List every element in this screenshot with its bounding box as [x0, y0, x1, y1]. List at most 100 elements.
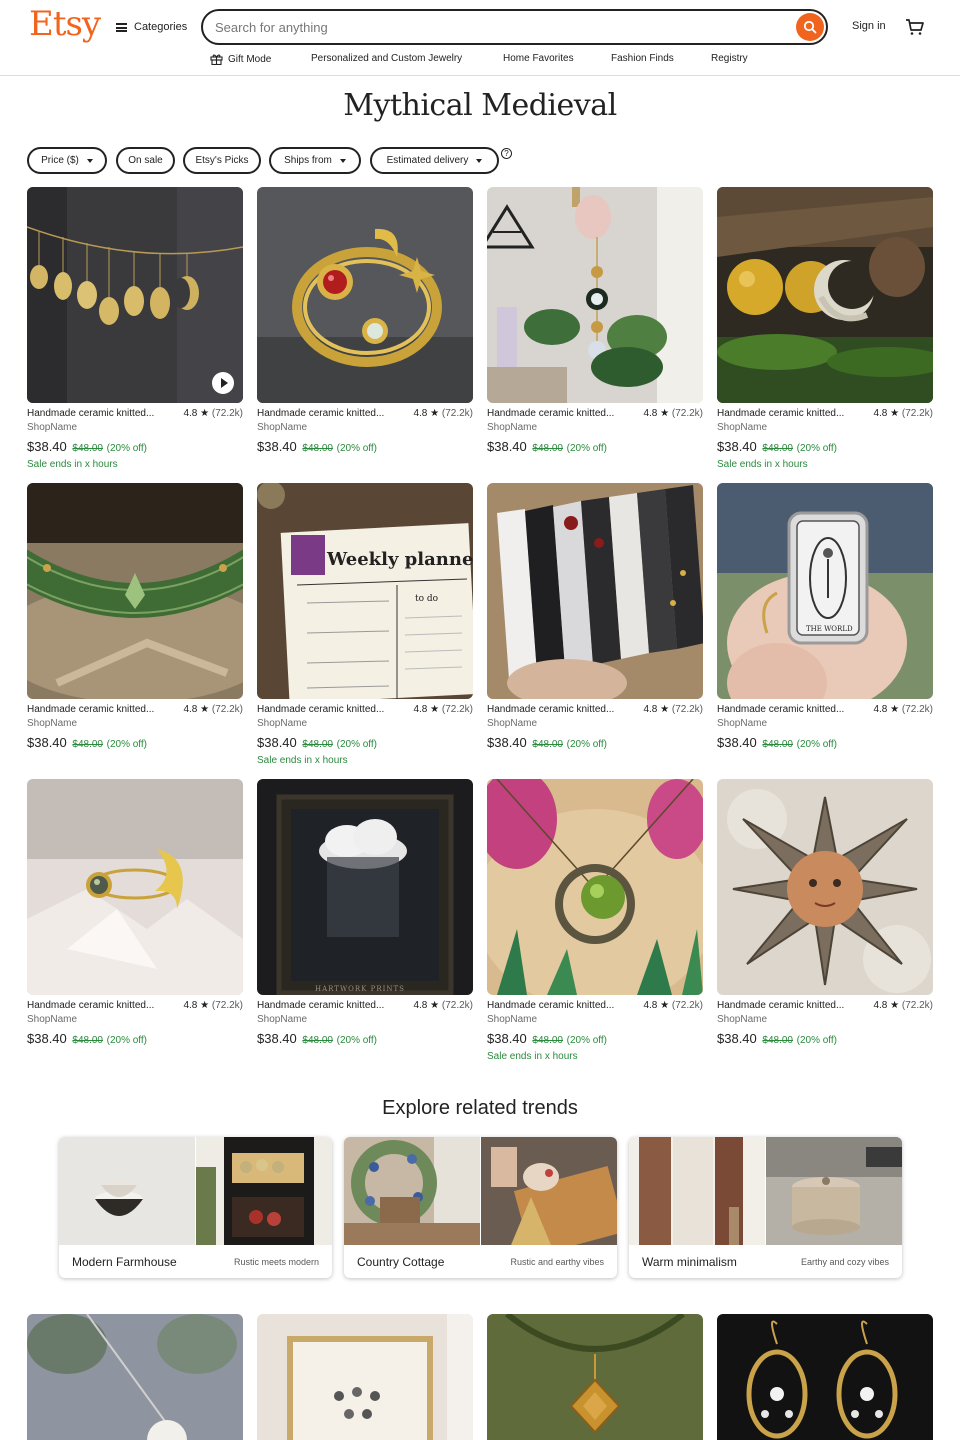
product-card[interactable]: Handmade ceramic knitted... 4.8 ★ (72.2k)…: [717, 187, 933, 470]
filter-ships-from[interactable]: Ships from: [269, 147, 361, 174]
product-price-row: $38.40 $48.00 (20% off): [27, 439, 243, 454]
shop-name[interactable]: ShopName: [717, 718, 933, 729]
product-image[interactable]: Weekly planner to do: [257, 483, 473, 699]
sale-ends-note: Sale ends in x hours: [27, 459, 118, 470]
sale-price: $38.40: [27, 1031, 67, 1046]
product-card[interactable]: Handmade ceramic knitted... 4.8 ★ (72.2k)…: [27, 779, 243, 1051]
product-title[interactable]: Handmade ceramic knitted...: [257, 704, 384, 715]
product-card[interactable]: [27, 1314, 243, 1440]
product-title[interactable]: Handmade ceramic knitted...: [717, 704, 844, 715]
product-title[interactable]: Handmade ceramic knitted...: [27, 408, 154, 419]
product-card[interactable]: Handmade ceramic knitted... 4.8 ★ (72.2k)…: [487, 483, 703, 755]
subnav-registry[interactable]: Registry: [711, 53, 748, 64]
play-video-icon[interactable]: [212, 372, 234, 394]
product-title[interactable]: Handmade ceramic knitted...: [717, 408, 844, 419]
search-input[interactable]: [215, 18, 775, 36]
product-title[interactable]: Handmade ceramic knitted...: [717, 1000, 844, 1011]
product-card[interactable]: Handmade ceramic knitted... 4.8 ★ (72.2k)…: [717, 779, 933, 1051]
shop-name[interactable]: ShopName: [487, 422, 703, 433]
cart-icon[interactable]: [905, 17, 925, 37]
shop-name[interactable]: ShopName: [257, 1014, 473, 1025]
shop-name[interactable]: ShopName: [27, 422, 243, 433]
product-image[interactable]: [487, 483, 703, 699]
product-card[interactable]: [717, 1314, 933, 1440]
trend-card-warm-minimalism[interactable]: Warm minimalism Earthy and cozy vibes: [629, 1137, 902, 1278]
product-rating: 4.8 ★ (72.2k): [873, 408, 933, 419]
product-image[interactable]: [487, 187, 703, 403]
product-title[interactable]: Handmade ceramic knitted...: [27, 1000, 154, 1011]
discount-label: (20% off): [336, 739, 377, 750]
discount-label: (20% off): [796, 739, 837, 750]
product-card[interactable]: Handmade ceramic knitted... 4.8 ★ (72.2k)…: [27, 483, 243, 755]
original-price: $48.00: [302, 1035, 333, 1046]
product-card[interactable]: Handmade ceramic knitted... 4.8 ★ (72.2k)…: [487, 187, 703, 459]
sale-price: $38.40: [27, 439, 67, 454]
product-image[interactable]: [257, 1314, 473, 1440]
product-title[interactable]: Handmade ceramic knitted...: [257, 408, 384, 419]
leather-circlet-image: [27, 483, 243, 699]
product-price-row: $38.40 $48.00 (20% off): [717, 439, 933, 454]
product-card[interactable]: THE WORLD Handmade ceramic knitted... 4.8…: [717, 483, 933, 755]
shop-name[interactable]: ShopName: [717, 422, 933, 433]
trend-card-country-cottage[interactable]: Country Cottage Rustic and earthy vibes: [344, 1137, 617, 1278]
trend-images: [344, 1137, 617, 1257]
shop-name[interactable]: ShopName: [487, 1014, 703, 1025]
filter-label: Ships from: [284, 155, 332, 166]
product-image[interactable]: [717, 1314, 933, 1440]
product-card[interactable]: [487, 1314, 703, 1440]
product-title[interactable]: Handmade ceramic knitted...: [27, 704, 154, 715]
filter-estimated-delivery[interactable]: Estimated delivery: [370, 147, 499, 174]
search-button[interactable]: [796, 13, 824, 41]
shop-name[interactable]: ShopName: [27, 718, 243, 729]
subnav-fashion-finds[interactable]: Fashion Finds: [611, 53, 674, 64]
product-image[interactable]: [487, 779, 703, 995]
product-image[interactable]: HARTWORK PRINTS: [257, 779, 473, 995]
product-title[interactable]: Handmade ceramic knitted...: [487, 1000, 614, 1011]
rating-value: 4.8: [183, 408, 198, 419]
sale-ends-note: Sale ends in x hours: [717, 459, 808, 470]
categories-button[interactable]: Categories: [116, 18, 187, 36]
sign-in-link[interactable]: Sign in: [852, 20, 886, 32]
product-title[interactable]: Handmade ceramic knitted...: [257, 1000, 384, 1011]
subnav-gift-mode[interactable]: Gift Mode: [210, 53, 271, 65]
product-image[interactable]: [487, 1314, 703, 1440]
product-card[interactable]: Handmade ceramic knitted... 4.8 ★ (72.2k)…: [27, 187, 243, 470]
product-image[interactable]: [27, 1314, 243, 1440]
planner-todo: to do: [415, 594, 438, 604]
moon-ring-image: [27, 779, 243, 995]
shop-name[interactable]: ShopName: [257, 422, 473, 433]
product-card[interactable]: [257, 1314, 473, 1440]
product-title[interactable]: Handmade ceramic knitted...: [487, 408, 614, 419]
product-image[interactable]: [27, 483, 243, 699]
review-count: (72.2k): [441, 408, 473, 419]
sale-price: $38.40: [27, 735, 67, 750]
product-title[interactable]: Handmade ceramic knitted...: [487, 704, 614, 715]
product-image[interactable]: [257, 187, 473, 403]
product-card[interactable]: HARTWORK PRINTS Handmade ceramic knitted…: [257, 779, 473, 1051]
trend-card-modern-farmhouse[interactable]: Modern Farmhouse Rustic meets modern: [59, 1137, 332, 1278]
filter-price[interactable]: Price ($): [27, 147, 107, 174]
product-image[interactable]: [717, 779, 933, 995]
product-price-row: $38.40 $48.00 (20% off): [487, 439, 703, 454]
product-card[interactable]: Weekly planner to do Handmade ceramic kn…: [257, 483, 473, 766]
product-image[interactable]: THE WORLD: [717, 483, 933, 699]
star-icon: ★: [890, 704, 900, 715]
shop-name[interactable]: ShopName: [27, 1014, 243, 1025]
subnav-home-favorites[interactable]: Home Favorites: [503, 53, 574, 64]
product-card[interactable]: Handmade ceramic knitted... 4.8 ★ (72.2k)…: [487, 779, 703, 1062]
product-image[interactable]: [717, 187, 933, 403]
shop-name[interactable]: ShopName: [487, 718, 703, 729]
shop-name[interactable]: ShopName: [257, 718, 473, 729]
etsy-logo[interactable]: Etsy: [29, 4, 101, 44]
original-price: $48.00: [72, 443, 103, 454]
caret-down-icon: [86, 158, 93, 163]
product-image[interactable]: [27, 187, 243, 403]
shop-name[interactable]: ShopName: [717, 1014, 933, 1025]
product-image[interactable]: [27, 779, 243, 995]
filter-on-sale[interactable]: On sale: [116, 147, 175, 174]
subnav-personalized-jewelry[interactable]: Personalized and Custom Jewelry: [311, 53, 462, 64]
filter-etsys-picks[interactable]: Etsy's Picks: [183, 147, 261, 174]
review-count: (72.2k): [671, 1000, 703, 1011]
product-card[interactable]: Handmade ceramic knitted... 4.8 ★ (72.2k)…: [257, 187, 473, 459]
help-icon[interactable]: ?: [501, 148, 512, 159]
